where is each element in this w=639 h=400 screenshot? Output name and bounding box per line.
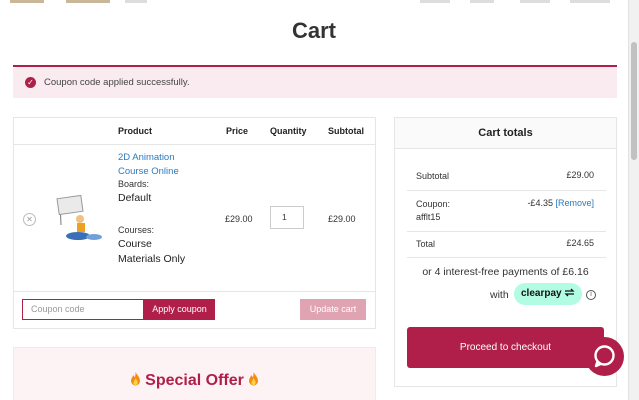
courses-label: Courses:	[118, 225, 155, 235]
clearpay-badge[interactable]: clearpay	[514, 283, 582, 305]
coupon-label-text: Coupon:	[416, 199, 451, 209]
column-header-price: Price	[226, 126, 249, 136]
remove-item-button[interactable]: ✕	[23, 213, 36, 226]
product-thumbnail[interactable]	[52, 195, 104, 243]
product-name-link[interactable]: 2D Animation Course Online	[118, 151, 198, 179]
boards-value: Default	[118, 192, 152, 204]
product-name-line2[interactable]: Course Online	[118, 166, 179, 177]
coupon-discount: -£4.35 [Remove]	[527, 198, 594, 208]
totals-divider	[407, 231, 606, 232]
boards-label: Boards:	[118, 179, 150, 189]
proceed-to-checkout-button[interactable]: Proceed to checkout	[407, 327, 604, 368]
flame-icon	[131, 372, 141, 386]
cart-totals-panel: Cart totals Subtotal £29.00 Coupon: affl…	[394, 117, 617, 387]
column-header-product: Product	[118, 126, 153, 136]
coupon-discount-value: -£4.35	[527, 198, 553, 208]
column-header-quantity: Quantity	[270, 126, 307, 136]
total-label: Total	[416, 239, 436, 249]
special-offer-title: Special Offer	[14, 372, 375, 390]
special-offer-panel: Special Offer	[13, 347, 376, 400]
scrollbar-thumb[interactable]	[631, 42, 637, 160]
notice-message: Coupon code applied successfully.	[44, 77, 190, 88]
coupon-label: Coupon: afflt15	[416, 198, 450, 224]
header-image-strip	[0, 0, 628, 3]
item-price: £29.00	[225, 214, 253, 224]
coupon-code-input[interactable]: Coupon code	[22, 299, 144, 320]
update-cart-button[interactable]: Update cart	[300, 299, 366, 320]
chat-bubble-icon	[594, 345, 615, 368]
header-divider	[14, 144, 375, 145]
cart-table: Product Price Quantity Subtotal ✕ 2D Ani…	[13, 117, 376, 329]
flame-icon	[248, 372, 258, 386]
total-value: £24.65	[566, 238, 594, 248]
item-subtotal: £29.00	[328, 214, 356, 224]
product-name-line1[interactable]: 2D Animation	[118, 152, 175, 163]
totals-divider	[407, 257, 606, 258]
check-circle-icon: ✓	[25, 77, 36, 88]
column-header-subtotal: Subtotal	[328, 126, 364, 136]
coupon-success-notice: ✓ Coupon code applied successfully.	[13, 65, 617, 98]
chat-launcher-button[interactable]	[585, 337, 624, 376]
apply-coupon-button[interactable]: Apply coupon	[144, 299, 215, 320]
courses-value: Course Materials Only	[118, 237, 208, 267]
clearpay-label[interactable]: clearpay	[521, 288, 562, 299]
subtotal-label: Subtotal	[416, 171, 450, 181]
clearpay-arrows-icon	[564, 288, 575, 297]
special-offer-text: Special Offer	[145, 372, 244, 389]
courses-value-line2: Materials Only	[118, 253, 186, 265]
actions-divider	[14, 291, 375, 292]
with-text: with	[490, 289, 509, 301]
scrollbar[interactable]	[628, 0, 639, 400]
remove-coupon-link[interactable]: [Remove]	[555, 198, 594, 208]
totals-divider	[407, 190, 606, 191]
courses-value-line1: Course	[118, 238, 152, 250]
cart-totals-heading: Cart totals	[395, 118, 616, 149]
subtotal-value: £29.00	[566, 170, 594, 180]
page-title: Cart	[291, 18, 336, 43]
coupon-code-text: afflt15	[416, 212, 441, 222]
info-icon[interactable]: i	[586, 290, 596, 300]
quantity-input[interactable]: 1	[270, 206, 304, 229]
installments-text: or 4 interest-free payments of £6.16	[422, 266, 589, 278]
